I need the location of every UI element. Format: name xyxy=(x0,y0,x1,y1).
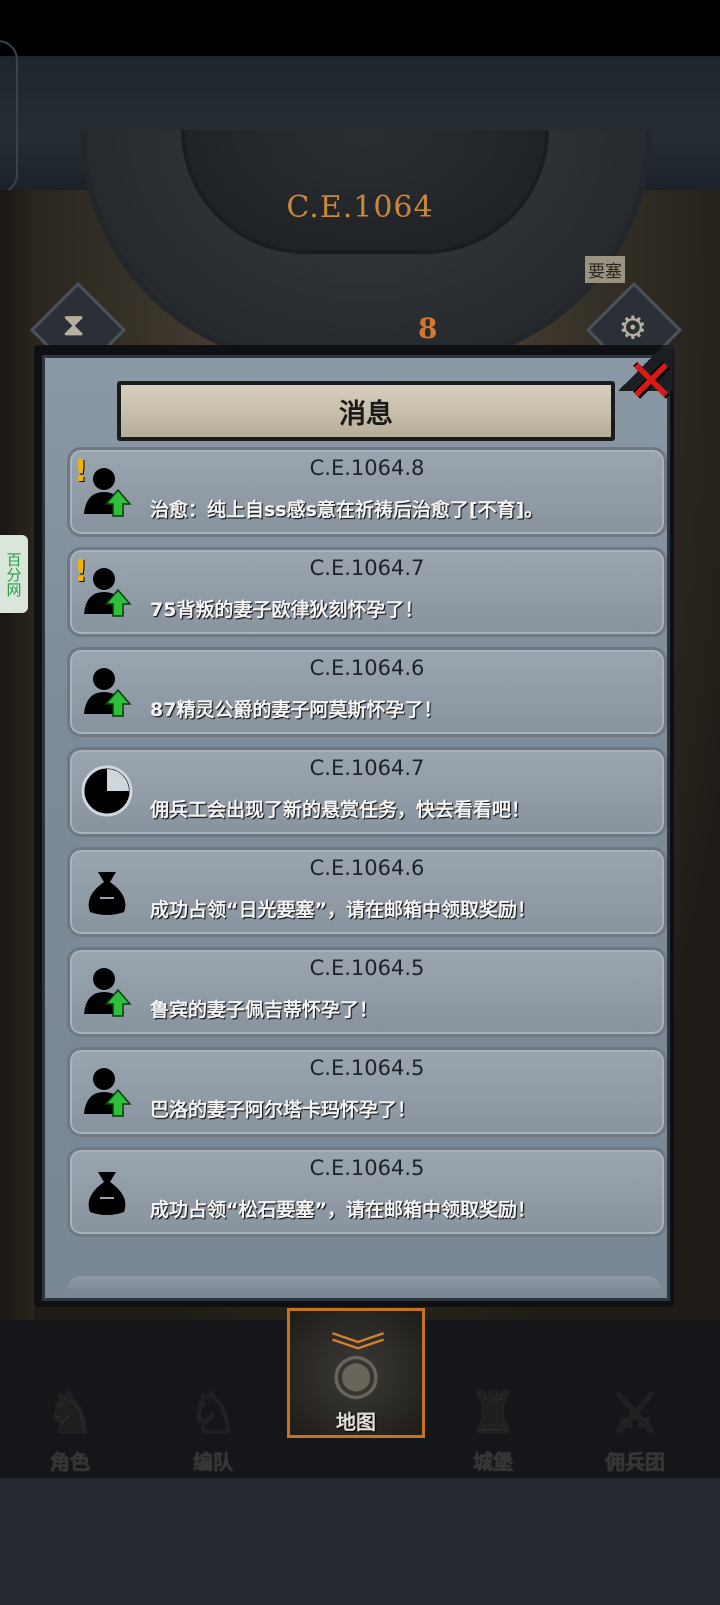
calendar-month: 8 xyxy=(418,312,438,345)
mercenary-icon: ⚔ xyxy=(609,1381,661,1446)
message-text: 75背叛的妻子欧律狄刻怀孕了！ xyxy=(150,599,424,621)
nav-label: 城堡 xyxy=(473,1450,513,1474)
nav-item-4[interactable]: ⚔ 佣兵团 xyxy=(570,1345,700,1475)
knight-icon: ♞ xyxy=(44,1381,96,1446)
dialog-title: 消息 xyxy=(117,381,615,441)
message-text: 治愈：纯上自ss感s意在祈祷后治愈了[不育]。 xyxy=(150,499,544,521)
message-item[interactable]: C.E.1064.6 87精灵公爵的妻子阿莫斯怀孕了！ xyxy=(67,647,667,737)
armored-knight-icon: ♘ xyxy=(187,1381,239,1446)
message-item[interactable]: C.E.1064.5 成功占领“松石要塞”，请在邮箱中领取奖励！ xyxy=(67,1147,667,1237)
message-text: 巴洛的妻子阿尔塔卡玛怀孕了！ xyxy=(150,1099,417,1121)
hourglass-icon: ⧗ xyxy=(62,305,85,344)
status-bar xyxy=(0,0,720,56)
calendar-year: C.E.1064 xyxy=(286,190,434,225)
message-date: C.E.1064.6 xyxy=(309,656,425,680)
nav-item-3[interactable]: ♜ 城堡 xyxy=(428,1345,558,1475)
message-text: 鲁宾的妻子佩吉蒂怀孕了！ xyxy=(150,999,379,1021)
message-item[interactable]: C.E.1064.6 成功占领“日光要塞”，请在邮箱中领取奖励！ xyxy=(67,847,667,937)
footer-band xyxy=(0,1478,720,1605)
message-text: 87精灵公爵的妻子阿莫斯怀孕了！ xyxy=(150,699,443,721)
nav-label: 佣兵团 xyxy=(605,1450,665,1474)
message-date: C.E.1064.8 xyxy=(309,456,425,480)
message-item[interactable]: C.E.1064.5 鲁宾的妻子佩吉蒂怀孕了！ xyxy=(67,947,667,1037)
message-item[interactable]: C.E.1064.7 佣兵工会出现了新的悬赏任务，快去看看吧！ xyxy=(67,747,667,837)
message-item[interactable]: ! C.E.1064.8 治愈：纯上自ss感s意在祈祷后治愈了[不育]。 xyxy=(67,447,667,537)
map-fortress-label[interactable]: 要塞 xyxy=(585,256,625,283)
screen-edge xyxy=(0,40,18,194)
message-item[interactable]: C.E.1064.5 巴洛的妻子阿尔塔卡玛怀孕了！ xyxy=(67,1047,667,1137)
message-text: 成功占领“松石要塞”，请在邮箱中领取奖励！ xyxy=(150,1199,536,1221)
message-item[interactable]: ! C.E.1064.7 75背叛的妻子欧律狄刻怀孕了！ xyxy=(67,547,667,637)
side-watermark-tab[interactable]: 百分网 xyxy=(0,535,28,613)
close-x-icon: ✕ xyxy=(626,347,676,415)
nav-item-1[interactable]: ♘ 编队 xyxy=(148,1345,278,1475)
message-text: 佣兵工会出现了新的悬赏任务，快去看看吧！ xyxy=(150,799,531,821)
message-date: C.E.1064.6 xyxy=(309,856,425,880)
nav-label: 角色 xyxy=(50,1450,90,1474)
nav-item-0[interactable]: ♞ 角色 xyxy=(5,1345,135,1475)
castle-icon: ♜ xyxy=(467,1381,519,1446)
next-message-partial xyxy=(67,1276,661,1294)
message-date: C.E.1064.7 xyxy=(309,756,425,780)
nav-label: 地图 xyxy=(336,1410,376,1434)
message-text: 成功占领“日光要塞”，请在邮箱中领取奖励！ xyxy=(150,899,536,921)
nav-label: 编队 xyxy=(193,1450,233,1474)
active-chevron-icon: ︾ xyxy=(330,1330,386,1376)
map-left-strip xyxy=(0,190,34,1320)
message-date: C.E.1064.5 xyxy=(309,1156,425,1180)
message-date: C.E.1064.5 xyxy=(309,1056,425,1080)
gear-icon: ⚙ xyxy=(618,308,648,347)
message-date: C.E.1064.5 xyxy=(309,956,425,980)
message-date: C.E.1064.7 xyxy=(309,556,425,580)
close-button[interactable]: ✕ xyxy=(622,352,680,410)
